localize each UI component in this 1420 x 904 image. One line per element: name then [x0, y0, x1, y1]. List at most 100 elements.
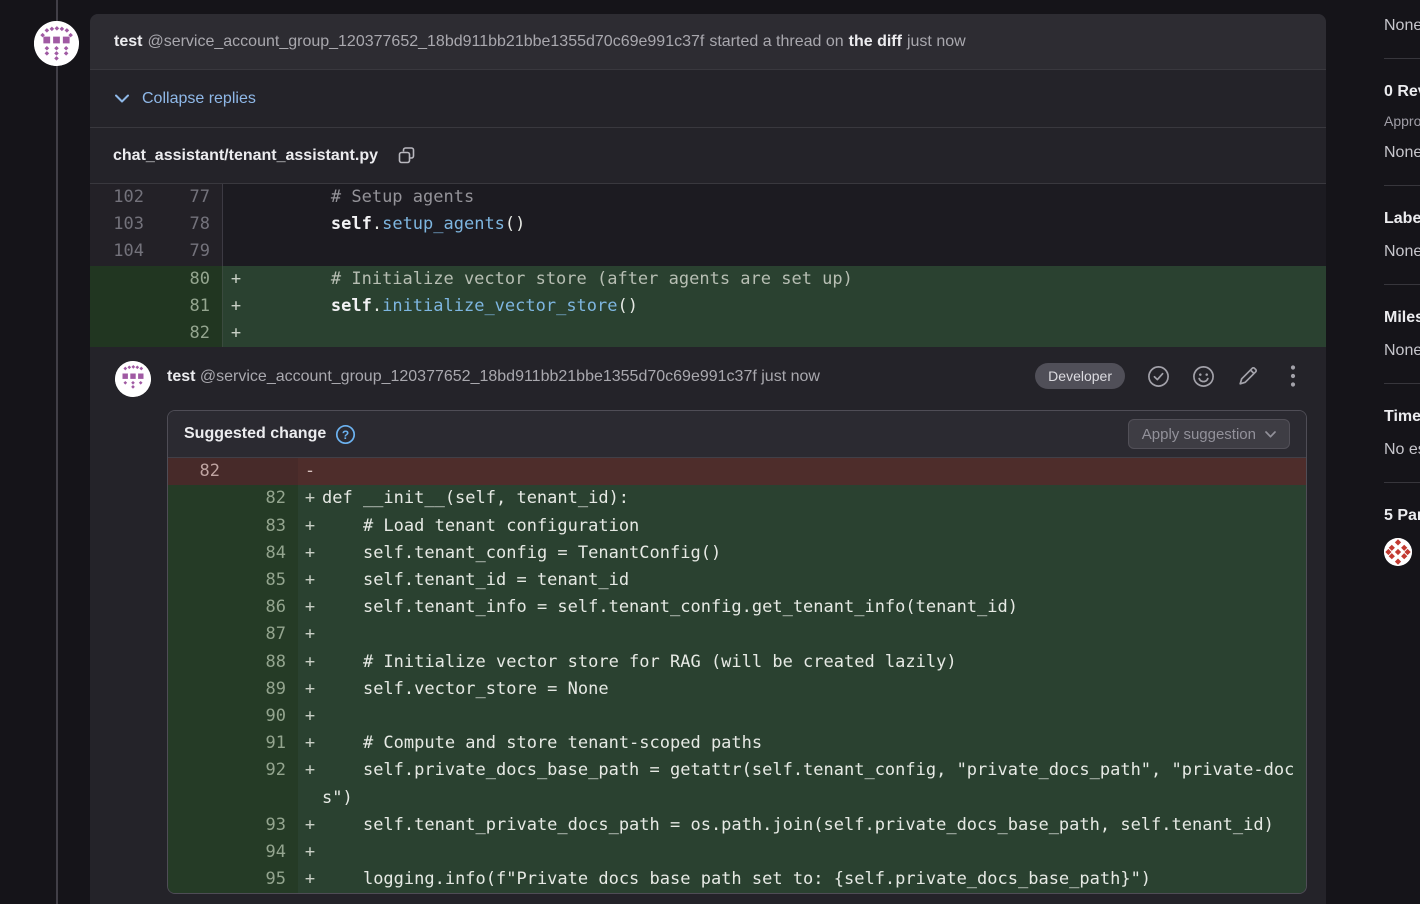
sidebar-value: No estimate or time spent: [1384, 441, 1420, 459]
code-line: [322, 621, 1306, 648]
discussion-thread-header: test @service_account_group_120377652_18…: [90, 14, 1326, 70]
suggestion-diff-row: 83+ # Load tenant configuration: [168, 513, 1306, 540]
suggestion-diff-row: 91+ # Compute and store tenant-scoped pa…: [168, 730, 1306, 757]
merge-request-discussion-page: test @service_account_group_120377652_18…: [0, 0, 1420, 904]
sidebar-section: 5 Participants: [1384, 483, 1420, 589]
diff-row: 81+ self.initialize_vector_store(): [90, 293, 1326, 320]
code-token: [249, 214, 331, 234]
suggestion-diff-row: 88+ # Initialize vector store for RAG (w…: [168, 649, 1306, 676]
code-line: [322, 703, 1306, 730]
suggestion-diff-row: 93+ self.tenant_private_docs_path = os.p…: [168, 812, 1306, 839]
new-line-number[interactable]: 77: [156, 184, 223, 211]
thread-action-text: started a thread on: [709, 33, 843, 51]
thread-timestamp[interactable]: just now: [907, 33, 966, 51]
new-line-number[interactable]: 79: [156, 238, 223, 265]
diff-marker: +: [223, 320, 249, 347]
new-line-number: [232, 458, 298, 485]
sidebar-section: Time trackingNo estimate or time spent: [1384, 384, 1420, 483]
diff-marker: +: [298, 866, 322, 893]
thread-author-name[interactable]: test: [114, 33, 142, 51]
smiley-icon: [1192, 365, 1215, 388]
code-line: # Initialize vector store (after agents …: [249, 266, 1326, 293]
chevron-down-icon: [115, 94, 129, 103]
old-line-number: [168, 839, 232, 866]
new-line-number: 95: [232, 866, 298, 893]
participant-avatar[interactable]: [1384, 538, 1412, 566]
diff-row: 10277 # Setup agents: [90, 184, 1326, 211]
old-line-number: [168, 621, 232, 648]
code-line: # Compute and store tenant-scoped paths: [322, 730, 1306, 757]
chevron-down-icon: [1265, 431, 1276, 438]
old-line-number: 82: [168, 458, 232, 485]
suggestion-diff-row: 87+: [168, 621, 1306, 648]
sidebar-value: None: [1384, 342, 1420, 360]
new-line-number[interactable]: 80: [156, 266, 223, 293]
old-line-number: [168, 812, 232, 839]
copy-file-path-button[interactable]: [394, 144, 418, 168]
comment-actions: Developer: [1035, 363, 1305, 389]
reply-note-header: test @service_account_group_120377652_18…: [90, 347, 1326, 410]
new-line-number[interactable]: 78: [156, 211, 223, 238]
diff-marker: +: [298, 812, 322, 839]
diff-marker: +: [298, 730, 322, 757]
thread-author-handle[interactable]: @service_account_group_120377652_18bd911…: [147, 33, 704, 51]
diff-file-header: chat_assistant/tenant_assistant.py: [90, 128, 1326, 184]
diff-marker: [223, 238, 249, 265]
comment-author-avatar[interactable]: [115, 361, 151, 397]
old-line-number[interactable]: 104: [90, 238, 156, 265]
old-line-number: [168, 594, 232, 621]
suggestion-diff-row: 92+ self.private_docs_base_path = getatt…: [168, 757, 1306, 811]
old-line-number[interactable]: [90, 320, 156, 347]
old-line-number[interactable]: 102: [90, 184, 156, 211]
code-line: self.initialize_vector_store(): [249, 293, 1326, 320]
old-line-number: [168, 703, 232, 730]
file-path[interactable]: chat_assistant/tenant_assistant.py: [113, 147, 378, 165]
more-actions-button[interactable]: [1281, 364, 1305, 388]
code-line: self.private_docs_base_path = getattr(se…: [322, 757, 1306, 811]
suggestion-diff-table: 82-82+def __init__(self, tenant_id):83+ …: [168, 458, 1306, 893]
identicon-purple: [115, 361, 151, 397]
new-line-number: 90: [232, 703, 298, 730]
old-line-number: [168, 513, 232, 540]
thread-diff-link[interactable]: the diff: [849, 33, 902, 51]
diff-row: 82+: [90, 320, 1326, 347]
new-line-number: 84: [232, 540, 298, 567]
apply-suggestion-label: Apply suggestion: [1142, 426, 1256, 443]
old-line-number: [168, 540, 232, 567]
apply-suggestion-button[interactable]: Apply suggestion: [1128, 419, 1290, 449]
question-circle-icon[interactable]: ?: [335, 424, 356, 445]
new-line-number: 91: [232, 730, 298, 757]
code-line: [322, 839, 1306, 866]
resolve-thread-button[interactable]: [1146, 364, 1170, 388]
new-line-number[interactable]: 81: [156, 293, 223, 320]
diff-marker: -: [298, 458, 322, 485]
code-line: self.vector_store = None: [322, 676, 1306, 703]
identicon-purple: [34, 21, 79, 66]
code-line: self.tenant_config = TenantConfig(): [322, 540, 1306, 567]
edit-comment-button[interactable]: [1236, 364, 1260, 388]
comment-author-handle[interactable]: @service_account_group_120377652_18bd911…: [200, 368, 757, 385]
suggestion-diff-row: 84+ self.tenant_config = TenantConfig(): [168, 540, 1306, 567]
code-token: .: [372, 296, 382, 316]
thread-author-avatar[interactable]: [34, 21, 79, 66]
diff-row: 80+ # Initialize vector store (after age…: [90, 266, 1326, 293]
old-line-number: [168, 485, 232, 512]
new-line-number[interactable]: 82: [156, 320, 223, 347]
diff-marker: [223, 211, 249, 238]
old-line-number[interactable]: [90, 293, 156, 320]
pencil-icon: [1237, 365, 1259, 387]
copy-icon: [397, 146, 416, 165]
code-token: self: [331, 214, 372, 234]
old-line-number[interactable]: 103: [90, 211, 156, 238]
comment-timestamp[interactable]: just now: [761, 368, 820, 385]
code-line: [249, 320, 1326, 347]
add-reaction-button[interactable]: [1191, 364, 1215, 388]
diff-marker: [223, 184, 249, 211]
collapse-replies-label: Collapse replies: [142, 90, 256, 108]
collapse-replies-toggle[interactable]: Collapse replies: [115, 90, 256, 108]
code-line: self.tenant_id = tenant_id: [322, 567, 1306, 594]
sidebar-heading: 5 Participants: [1384, 507, 1420, 525]
comment-author-name[interactable]: test: [167, 368, 195, 385]
old-line-number[interactable]: [90, 266, 156, 293]
suggestion-diff-row: 82 -: [168, 458, 1306, 485]
